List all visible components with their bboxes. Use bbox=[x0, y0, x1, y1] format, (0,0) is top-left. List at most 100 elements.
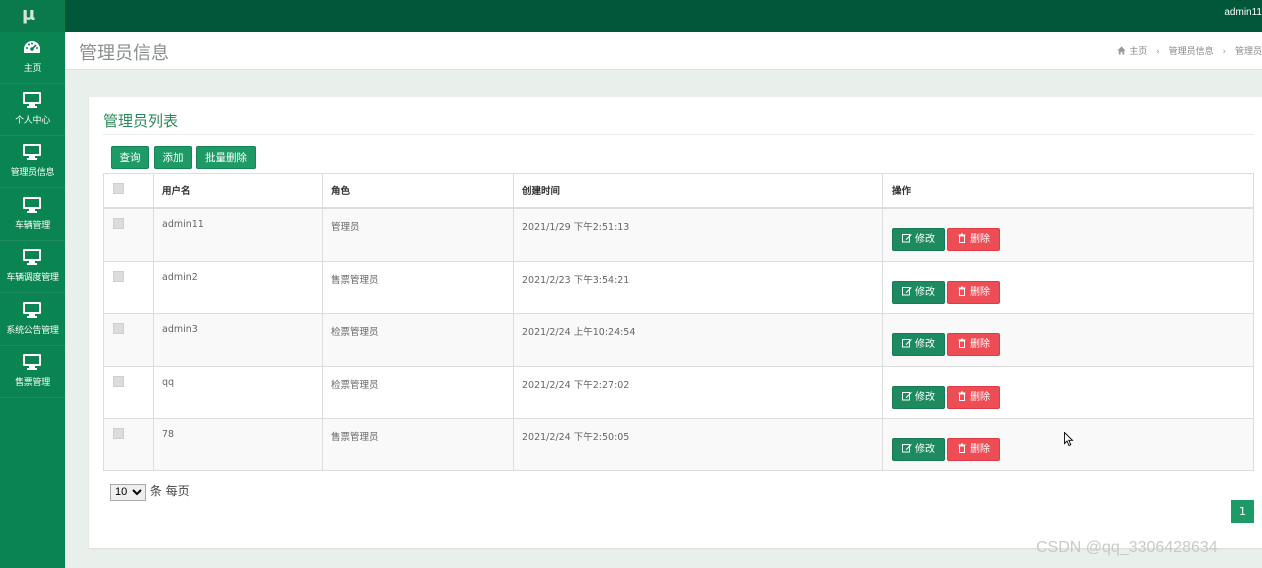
edit-icon bbox=[902, 444, 912, 453]
edit-button[interactable]: 修改 bbox=[892, 385, 945, 409]
page-header: 管理员信息 主页 › 管理员信息 › 管理员 bbox=[65, 32, 1262, 70]
delete-label: 删除 bbox=[970, 286, 990, 298]
sidebar: 主页 个人中心 管理员信息 车辆管理 车辆调度管理 系统公告管理 售票管理 bbox=[0, 32, 65, 568]
delete-button[interactable]: 删除 bbox=[947, 333, 1000, 356]
cell-created: 2021/2/23 下午3:54:21 bbox=[522, 274, 630, 286]
current-user[interactable]: admin11 bbox=[1224, 7, 1262, 18]
table-row: qq 检票管理员 2021/2/24 下午2:27:02 修改 删除 bbox=[104, 365, 1253, 418]
sidebar-item-admin-info[interactable]: 管理员信息 bbox=[0, 136, 65, 188]
table-row: 78 售票管理员 2021/2/24 下午2:50:05 修改 删除 bbox=[104, 418, 1253, 470]
cell-username: admin2 bbox=[162, 271, 198, 283]
sidebar-item-label: 管理员信息 bbox=[10, 168, 55, 178]
page-button-current[interactable]: 1 bbox=[1231, 500, 1254, 523]
edit-label: 修改 bbox=[915, 286, 935, 298]
edit-label: 修改 bbox=[915, 391, 935, 403]
row-checkbox[interactable] bbox=[113, 375, 124, 387]
card-divider bbox=[103, 134, 1254, 135]
dashboard-icon bbox=[24, 41, 40, 53]
app-logo: μ bbox=[22, 4, 36, 25]
table-header-row: 用户名 角色 创建时间 操作 bbox=[104, 174, 1253, 207]
row-checkbox[interactable] bbox=[113, 270, 124, 282]
sidebar-item-vehicles[interactable]: 车辆管理 bbox=[0, 189, 65, 241]
per-page-select[interactable]: 10 bbox=[110, 483, 146, 501]
column-header-role[interactable]: 角色 bbox=[331, 174, 350, 207]
add-button[interactable]: 添加 bbox=[154, 146, 192, 169]
cell-username: admin3 bbox=[162, 324, 198, 335]
batch-delete-button[interactable]: 批量删除 bbox=[196, 146, 256, 169]
delete-label: 删除 bbox=[970, 391, 990, 403]
delete-label: 删除 bbox=[970, 234, 990, 245]
edit-label: 修改 bbox=[915, 234, 935, 245]
monitor-icon bbox=[23, 144, 41, 160]
query-button[interactable]: 查询 bbox=[111, 146, 149, 169]
per-page-suffix: 条 每页 bbox=[149, 484, 190, 498]
page-title: 管理员信息 bbox=[79, 43, 169, 64]
trash-icon bbox=[958, 338, 966, 348]
sidebar-item-tickets[interactable]: 售票管理 bbox=[0, 346, 65, 398]
sidebar-item-label: 售票管理 bbox=[15, 378, 50, 388]
cell-role: 检票管理员 bbox=[331, 379, 379, 391]
monitor-icon bbox=[23, 92, 41, 108]
sidebar-item-dispatch[interactable]: 车辆调度管理 bbox=[0, 241, 65, 293]
delete-button[interactable]: 删除 bbox=[947, 228, 1000, 251]
monitor-icon bbox=[23, 302, 41, 318]
breadcrumb-home[interactable]: 主页 bbox=[1117, 44, 1147, 57]
delete-button[interactable]: 删除 bbox=[947, 280, 1000, 304]
sidebar-item-home[interactable]: 主页 bbox=[0, 32, 65, 84]
breadcrumb-separator: › bbox=[1156, 47, 1160, 57]
select-all-checkbox[interactable] bbox=[113, 183, 124, 194]
watermark: CSDN @qq_3306428634 bbox=[1036, 539, 1218, 556]
column-divider bbox=[153, 174, 154, 470]
cell-role: 管理员 bbox=[331, 222, 360, 233]
sidebar-item-label: 系统公告管理 bbox=[6, 326, 59, 336]
column-header-actions: 操作 bbox=[892, 186, 912, 197]
sidebar-item-label: 主页 bbox=[23, 64, 42, 74]
sidebar-item-announcements[interactable]: 系统公告管理 bbox=[0, 294, 65, 346]
edit-button[interactable]: 修改 bbox=[892, 333, 945, 356]
edit-button[interactable]: 修改 bbox=[892, 280, 945, 304]
cell-created: 2021/2/24 下午2:50:05 bbox=[522, 432, 630, 443]
home-icon bbox=[1117, 46, 1126, 55]
breadcrumb-current: 管理员 bbox=[1234, 47, 1262, 57]
monitor-icon bbox=[23, 197, 41, 213]
breadcrumb-home-label: 主页 bbox=[1129, 47, 1148, 57]
sidebar-item-profile[interactable]: 个人中心 bbox=[0, 84, 65, 136]
delete-button[interactable]: 删除 bbox=[947, 438, 1000, 461]
column-divider bbox=[882, 174, 883, 470]
delete-label: 删除 bbox=[970, 339, 990, 350]
cell-created: 2021/2/24 下午2:27:02 bbox=[522, 379, 630, 391]
cell-username: 78 bbox=[162, 429, 175, 440]
table-row: admin2 售票管理员 2021/2/23 下午3:54:21 修改 删除 bbox=[104, 260, 1253, 313]
row-checkbox[interactable] bbox=[113, 428, 124, 439]
row-checkbox[interactable] bbox=[113, 218, 124, 229]
sidebar-item-label: 车辆调度管理 bbox=[6, 273, 59, 283]
column-header-created[interactable]: 创建时间 bbox=[522, 174, 560, 207]
delete-button[interactable]: 删除 bbox=[947, 385, 1000, 409]
logo-box: μ bbox=[0, 0, 65, 32]
sidebar-item-label: 个人中心 bbox=[15, 116, 50, 126]
monitor-icon bbox=[23, 354, 41, 370]
cell-username: qq bbox=[162, 376, 175, 388]
column-divider bbox=[322, 174, 323, 470]
breadcrumb-admin-info[interactable]: 管理员信息 bbox=[1169, 44, 1214, 57]
trash-icon bbox=[958, 233, 966, 243]
edit-icon bbox=[902, 391, 912, 400]
column-header-username[interactable]: 用户名 bbox=[162, 174, 191, 207]
edit-button[interactable]: 修改 bbox=[892, 438, 945, 461]
per-page-control: 10 条 每页 bbox=[110, 482, 190, 501]
table-row: admin11 管理员 2021/1/29 下午2:51:13 修改 删除 bbox=[104, 208, 1253, 261]
cell-role: 检票管理员 bbox=[331, 327, 379, 338]
edit-label: 修改 bbox=[915, 444, 935, 455]
admin-table: 用户名 角色 创建时间 操作 admin11 管理员 2021/1/29 下午2… bbox=[103, 173, 1254, 471]
edit-icon bbox=[902, 339, 912, 348]
cell-role: 售票管理员 bbox=[331, 274, 379, 286]
cell-username: admin11 bbox=[162, 219, 204, 230]
card-title: 管理员列表 bbox=[103, 112, 179, 130]
delete-label: 删除 bbox=[970, 444, 990, 455]
monitor-icon bbox=[23, 249, 41, 265]
edit-button[interactable]: 修改 bbox=[892, 228, 945, 251]
edit-icon bbox=[902, 234, 912, 243]
row-checkbox[interactable] bbox=[113, 323, 124, 334]
cell-created: 2021/1/29 下午2:51:13 bbox=[522, 222, 630, 233]
mouse-cursor-icon bbox=[1064, 432, 1074, 447]
